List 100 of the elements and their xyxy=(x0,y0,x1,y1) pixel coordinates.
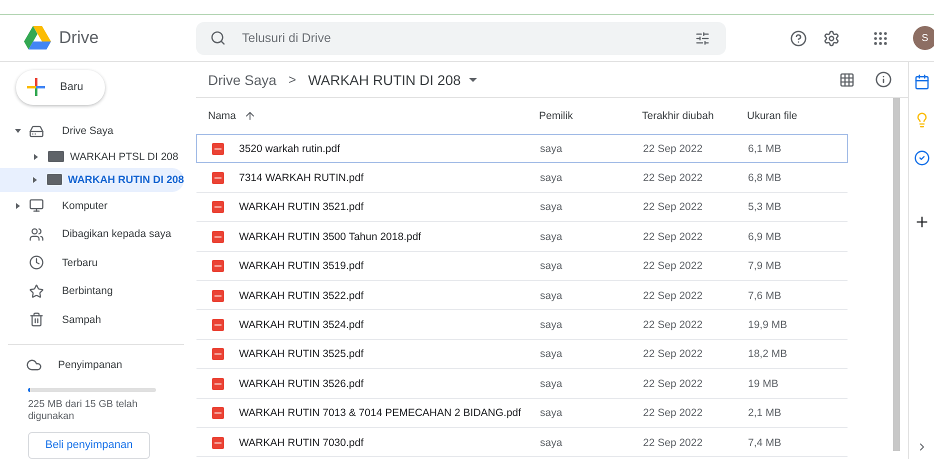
file-row[interactable]: WARKAH RUTIN 3500 Tahun 2018.pdf saya 22 Sep 2022 6,9 MB xyxy=(196,222,848,252)
scrollbar[interactable] xyxy=(893,98,900,451)
help-button[interactable] xyxy=(790,30,807,46)
size-cell-text: 18,2 MB xyxy=(748,348,788,360)
folder-item[interactable]: WARKAH PTSL DI 208 xyxy=(0,145,184,168)
search-field[interactable]: Telusuri di Drive xyxy=(196,22,726,54)
file-row[interactable]: WARKAH RUTIN 3522.pdf saya 22 Sep 2022 7,6 MB xyxy=(196,280,848,310)
add-app-button[interactable] xyxy=(914,214,930,230)
modified-cell-text: 22 Sep 2022 xyxy=(643,172,704,184)
caret-icon[interactable] xyxy=(16,202,20,209)
folder-item[interactable]: WARKAH RUTIN DI 208 xyxy=(0,168,184,192)
account-avatar[interactable]: S xyxy=(913,26,934,50)
file-name: 3520 warkah rutin.pdf xyxy=(239,142,340,155)
file-name: 7314 WARKAH RUTIN.pdf xyxy=(239,172,364,184)
owner-cell-text: saya xyxy=(540,348,564,360)
size-cell-text: 6,1 MB xyxy=(748,142,782,155)
nav-icon xyxy=(28,226,44,242)
caret-icon[interactable] xyxy=(33,176,38,183)
file-name: WARKAH RUTIN 3519.pdf xyxy=(239,260,364,272)
pdf-file-icon xyxy=(212,319,224,332)
tasks-app-button[interactable] xyxy=(914,150,930,166)
size-cell-text: 7,9 MB xyxy=(748,260,782,272)
sort-arrow-icon[interactable] xyxy=(244,110,256,122)
nav-item[interactable]: Drive Saya xyxy=(0,116,184,146)
nav-icon xyxy=(28,124,44,139)
dropdown-icon xyxy=(468,78,477,82)
file-row[interactable]: WARKAH RUTIN 3525.pdf saya 22 Sep 2022 18,2 MB xyxy=(196,340,848,370)
pdf-file-icon xyxy=(212,348,224,360)
new-button[interactable]: Baru xyxy=(16,70,105,105)
owner-cell-text: saya xyxy=(540,230,564,243)
grid-view-button[interactable] xyxy=(839,71,855,88)
column-header[interactable]: Ukuran file xyxy=(747,110,798,122)
nav-item[interactable]: Berbintang xyxy=(0,276,184,306)
modified-cell-text: 22 Sep 2022 xyxy=(643,319,704,332)
current-folder-button[interactable]: WARKAH RUTIN DI 208 xyxy=(308,72,477,88)
file-row[interactable]: WARKAH RUTIN 3521.pdf saya 22 Sep 2022 5,3 MB xyxy=(196,192,848,222)
nav-item[interactable]: Komputer xyxy=(0,192,184,220)
storage-usage: 225 MB dari 15 GB telah digunakan xyxy=(28,398,139,423)
file-name: WARKAH RUTIN 3522.pdf xyxy=(239,290,364,302)
file-row[interactable]: WARKAH RUTIN 3524.pdf saya 22 Sep 2022 19,9 MB xyxy=(196,310,848,340)
owner-cell-text: saya xyxy=(540,378,564,390)
caret-icon[interactable] xyxy=(15,129,21,134)
file-name: WARKAH RUTIN 7030.pdf xyxy=(239,436,364,449)
modified-cell-text: 22 Sep 2022 xyxy=(643,407,704,420)
size-cell-text: 6,9 MB xyxy=(748,230,782,243)
cloud-icon xyxy=(26,357,42,374)
owner-cell-text: saya xyxy=(540,290,564,302)
pdf-file-icon xyxy=(212,230,224,243)
file-row[interactable]: WARKAH RUTIN 3519.pdf saya 22 Sep 2022 7,9 MB xyxy=(196,252,848,281)
nav-icon xyxy=(28,255,44,270)
file-row[interactable]: WARKAH RUTIN 3526.pdf saya 22 Sep 2022 19 MB xyxy=(196,369,848,399)
pdf-file-icon xyxy=(212,142,224,155)
modified-cell-text: 22 Sep 2022 xyxy=(643,348,704,360)
file-name: WARKAH RUTIN 7013 & 7014 PEMECAHAN 2 BIDANG.pdf xyxy=(239,407,522,420)
folder-icon xyxy=(48,151,64,162)
column-header[interactable]: Terakhir diubah xyxy=(642,110,714,122)
nav-item[interactable]: Dibagikan kepada saya xyxy=(0,220,184,248)
caret-icon[interactable] xyxy=(34,154,38,160)
modified-cell-text: 22 Sep 2022 xyxy=(643,290,704,302)
buy-storage-button[interactable]: Beli penyimpanan xyxy=(28,432,150,459)
nav-item[interactable]: Sampah xyxy=(0,305,184,334)
modified-cell-text: 22 Sep 2022 xyxy=(643,436,704,449)
modified-cell-text: 22 Sep 2022 xyxy=(643,201,704,214)
folder-icon xyxy=(46,174,62,186)
file-row[interactable]: 7314 WARKAH RUTIN.pdf saya 22 Sep 2022 6,8 MB xyxy=(196,163,848,193)
calendar-app-button[interactable] xyxy=(914,74,930,90)
file-row[interactable]: 3520 warkah rutin.pdf saya 22 Sep 2022 6,1 MB xyxy=(196,134,848,164)
drive-logo-icon xyxy=(24,26,51,50)
size-cell-text: 2,1 MB xyxy=(748,407,782,420)
pdf-file-icon xyxy=(212,260,224,272)
owner-cell-text: saya xyxy=(540,260,564,272)
modified-cell-text: 22 Sep 2022 xyxy=(643,378,704,390)
info-button[interactable] xyxy=(875,71,892,88)
modified-cell-text: 22 Sep 2022 xyxy=(643,142,704,155)
pdf-file-icon xyxy=(212,290,224,302)
owner-cell-text: saya xyxy=(540,142,564,155)
apps-grid-button[interactable] xyxy=(872,30,889,46)
search-icon xyxy=(210,30,226,46)
file-row[interactable]: WARKAH RUTIN 7013 & 7014 PEMECAHAN 2 BIDANG.pdf saya 22 Sep 2022 2,1 MB xyxy=(196,398,848,428)
size-cell-text: 19,9 MB xyxy=(748,319,788,332)
size-cell-text: 6,8 MB xyxy=(748,172,782,184)
owner-cell-text: saya xyxy=(540,172,564,184)
pdf-file-icon xyxy=(212,172,224,184)
app-name: Drive xyxy=(59,28,99,48)
nav-icon xyxy=(28,284,44,299)
search-input[interactable]: Telusuri di Drive xyxy=(240,30,681,46)
file-name: WARKAH RUTIN 3524.pdf xyxy=(239,319,364,332)
size-cell-text: 19 MB xyxy=(748,378,780,390)
nav-icon xyxy=(28,198,44,214)
owner-cell-text: saya xyxy=(540,201,564,214)
sliders-icon[interactable] xyxy=(695,30,710,46)
file-row[interactable]: WARKAH RUTIN 7030.pdf saya 22 Sep 2022 7,4 MB xyxy=(196,428,848,458)
pdf-file-icon xyxy=(212,201,224,214)
column-header[interactable]: Nama xyxy=(208,110,236,122)
nav-item[interactable]: Terbaru xyxy=(0,248,184,277)
owner-cell-text: saya xyxy=(540,319,564,332)
column-header[interactable]: Pemilik xyxy=(539,110,573,122)
breadcrumb-link[interactable]: Drive Saya xyxy=(208,72,276,88)
owner-cell-text: saya xyxy=(540,436,564,449)
settings-button[interactable] xyxy=(823,30,840,46)
